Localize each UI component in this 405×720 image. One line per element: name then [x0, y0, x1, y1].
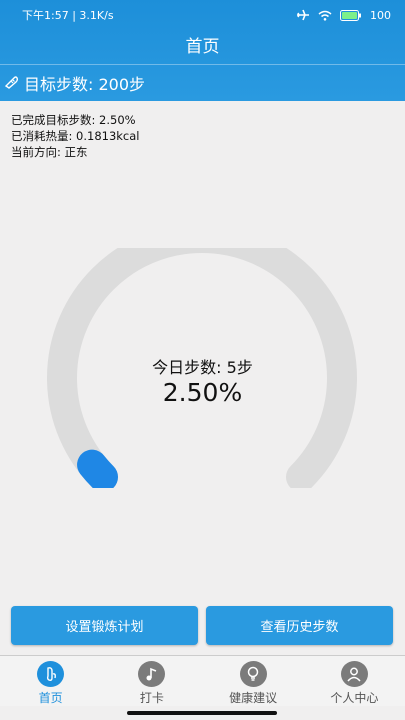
music-note-icon: [138, 661, 166, 687]
app-header: 下午1:57 | 3.1K/s 100 首页 目标步数: 200步: [0, 0, 405, 101]
view-history-steps-button[interactable]: 查看历史步数: [206, 606, 393, 645]
tab-profile[interactable]: 个人中心: [304, 656, 405, 706]
stats-info: 已完成目标步数: 2.50% 已消耗热量: 0.1813kcal 当前方向: 正…: [11, 112, 140, 160]
goal-steps-label: 目标步数: 200步: [24, 75, 146, 94]
shoe-icon: [4, 74, 20, 93]
goal-bar[interactable]: 目标步数: 200步: [0, 64, 405, 101]
lightbulb-icon: [239, 661, 267, 687]
battery-level: 100: [370, 8, 391, 22]
home-indicator: [127, 711, 277, 715]
direction-text: 当前方向: 正东: [11, 145, 88, 159]
tab-checkin[interactable]: 打卡: [101, 656, 202, 706]
tab-checkin-label: 打卡: [139, 691, 164, 705]
progress-percent-label: 2.50%: [162, 378, 243, 407]
tab-health-advice[interactable]: 健康建议: [203, 656, 304, 706]
battery-icon: [340, 9, 361, 21]
status-time-speed: 下午1:57 | 3.1K/s: [22, 9, 114, 22]
today-steps-label: 今日步数: 5步: [152, 358, 253, 377]
status-bar: 下午1:57 | 3.1K/s 100: [22, 6, 391, 24]
tab-health-advice-label: 健康建议: [229, 691, 278, 705]
tab-profile-label: 个人中心: [330, 691, 379, 705]
calories-text: 已消耗热量: 0.1813kcal: [11, 129, 140, 143]
wifi-icon: [318, 10, 332, 21]
tab-home[interactable]: 首页: [0, 656, 101, 706]
gauge-progress: [77, 449, 119, 488]
status-icons: 100: [296, 9, 391, 22]
bottom-tab-bar: 首页 打卡 健康建议 个人中心: [0, 655, 405, 706]
set-exercise-plan-button[interactable]: 设置锻炼计划: [11, 606, 198, 645]
tab-home-label: 首页: [38, 691, 63, 705]
person-icon: [340, 661, 368, 687]
shoe-icon: [37, 661, 65, 687]
page-title: 首页: [185, 37, 220, 57]
completed-percent-text: 已完成目标步数: 2.50%: [11, 113, 136, 127]
airplane-icon: [297, 9, 309, 21]
